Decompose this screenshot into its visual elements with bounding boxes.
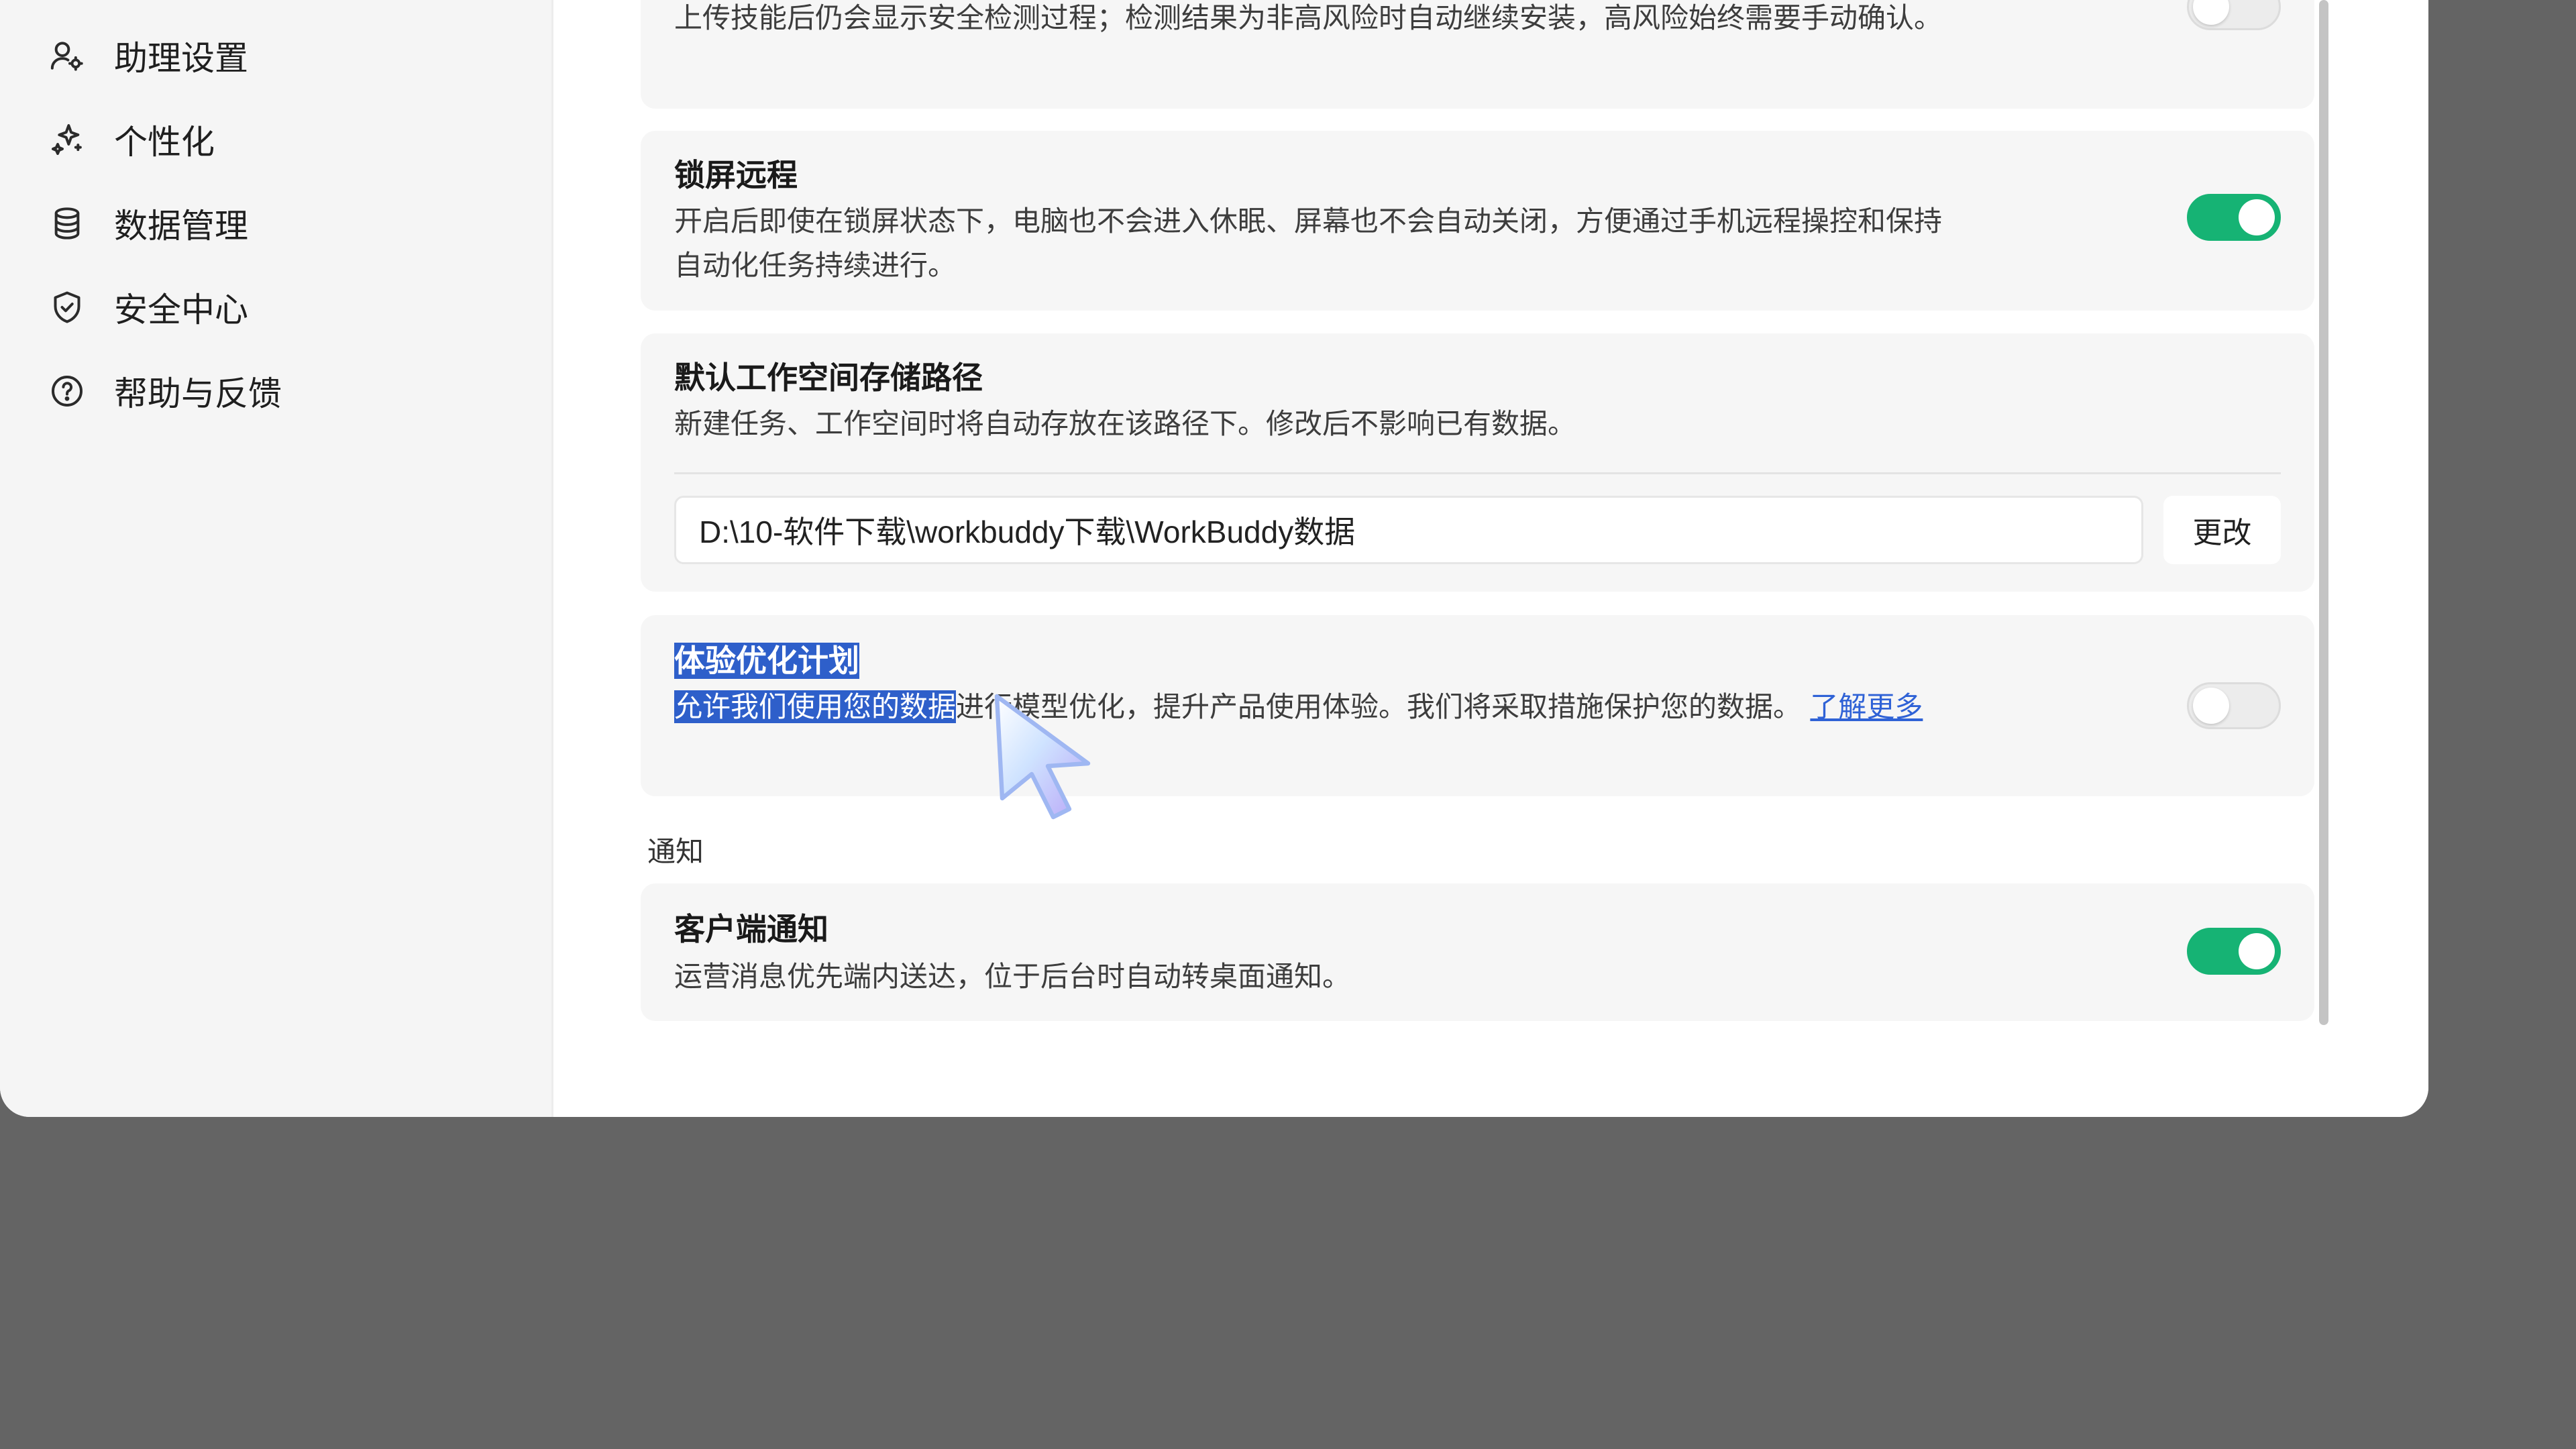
sidebar: 助理设置 个性化 数据管理 安全中心 帮助与反馈 [0,0,553,1117]
toggle-knob [2239,933,2275,969]
sidebar-item-label: 帮助与反馈 [114,374,282,413]
workspace-path-title: 默认工作空间存储路径 [674,360,983,396]
selected-description-text: 允许我们使用您的数据 [674,690,957,723]
experience-plan-card: 体验优化计划 允许我们使用您的数据进行模型优化，提升产品使用体验。我们将采取措施… [641,615,2314,796]
change-path-button[interactable]: 更改 [2163,496,2281,564]
sidebar-item-data-management[interactable]: 数据管理 [47,193,248,254]
notifications-section-label: 通知 [647,835,704,868]
skill-check-card: 上传技能后仍会显示安全检测过程；检测结果为非高风险时自动继续安装，高风险始终需要… [641,0,2314,109]
help-circle-icon [47,371,87,411]
settings-window: 助理设置 个性化 数据管理 安全中心 帮助与反馈 上传技能后仍会显示安全检测过程… [0,0,2428,1117]
client-notification-card: 客户端通知 运营消息优先端内送达，位于后台时自动转桌面通知。 [641,883,2314,1021]
assistant-user-icon [47,36,87,76]
lock-remote-toggle[interactable] [2187,194,2281,241]
lock-remote-card: 锁屏远程 开启后即使在锁屏状态下，电脑也不会进入休眠、屏幕也不会自动关闭，方便通… [641,131,2314,311]
workspace-path-card: 默认工作空间存储路径 新建任务、工作空间时将自动存放在该路径下。修改后不影响已有… [641,333,2314,592]
settings-content: 上传技能后仍会显示安全检测过程；检测结果为非高风险时自动继续安装，高风险始终需要… [553,0,2428,1117]
sidebar-item-assistant-settings[interactable]: 助理设置 [47,25,248,86]
sidebar-item-security-center[interactable]: 安全中心 [47,277,248,337]
selected-title-text: 体验优化计划 [674,643,859,679]
client-notification-title: 客户端通知 [674,911,828,947]
sparkle-icon [47,119,87,160]
scrollbar[interactable] [2319,0,2328,1025]
sidebar-item-label: 数据管理 [114,207,248,246]
divider [674,472,2281,474]
sidebar-item-label: 安全中心 [114,290,248,329]
lock-remote-title: 锁屏远程 [674,157,798,193]
experience-plan-title: 体验优化计划 [674,637,859,681]
sidebar-item-help-feedback[interactable]: 帮助与反馈 [47,361,282,421]
toggle-knob [2239,199,2275,235]
database-icon [47,203,87,244]
mouse-cursor-icon [994,694,1091,820]
skill-check-toggle[interactable] [2187,0,2281,30]
toggle-knob [2193,688,2229,724]
sidebar-item-label: 助理设置 [114,39,248,78]
experience-plan-toggle[interactable] [2187,682,2281,729]
shield-icon [47,287,87,327]
learn-more-link[interactable]: 了解更多 [1810,690,1923,723]
workspace-path-input[interactable]: D:\10-软件下载\workbuddy下载\WorkBuddy数据 [674,496,2143,564]
toggle-knob [2193,0,2229,25]
client-notification-description: 运营消息优先端内送达，位于后台时自动转桌面通知。 [674,960,1351,993]
lock-remote-description: 开启后即使在锁屏状态下，电脑也不会进入休眠、屏幕也不会自动关闭，方便通过手机远程… [674,205,1943,282]
experience-plan-description: 允许我们使用您的数据进行模型优化，提升产品使用体验。我们将采取措施保护您的数据。… [674,685,1949,729]
sidebar-item-personalization[interactable]: 个性化 [47,109,215,170]
workspace-path-description: 新建任务、工作空间时将自动存放在该路径下。修改后不影响已有数据。 [674,407,1576,440]
skill-check-description: 上传技能后仍会显示安全检测过程；检测结果为非高风险时自动继续安装，高风险始终需要… [674,1,1943,34]
client-notification-toggle[interactable] [2187,928,2281,975]
sidebar-item-label: 个性化 [114,123,215,162]
